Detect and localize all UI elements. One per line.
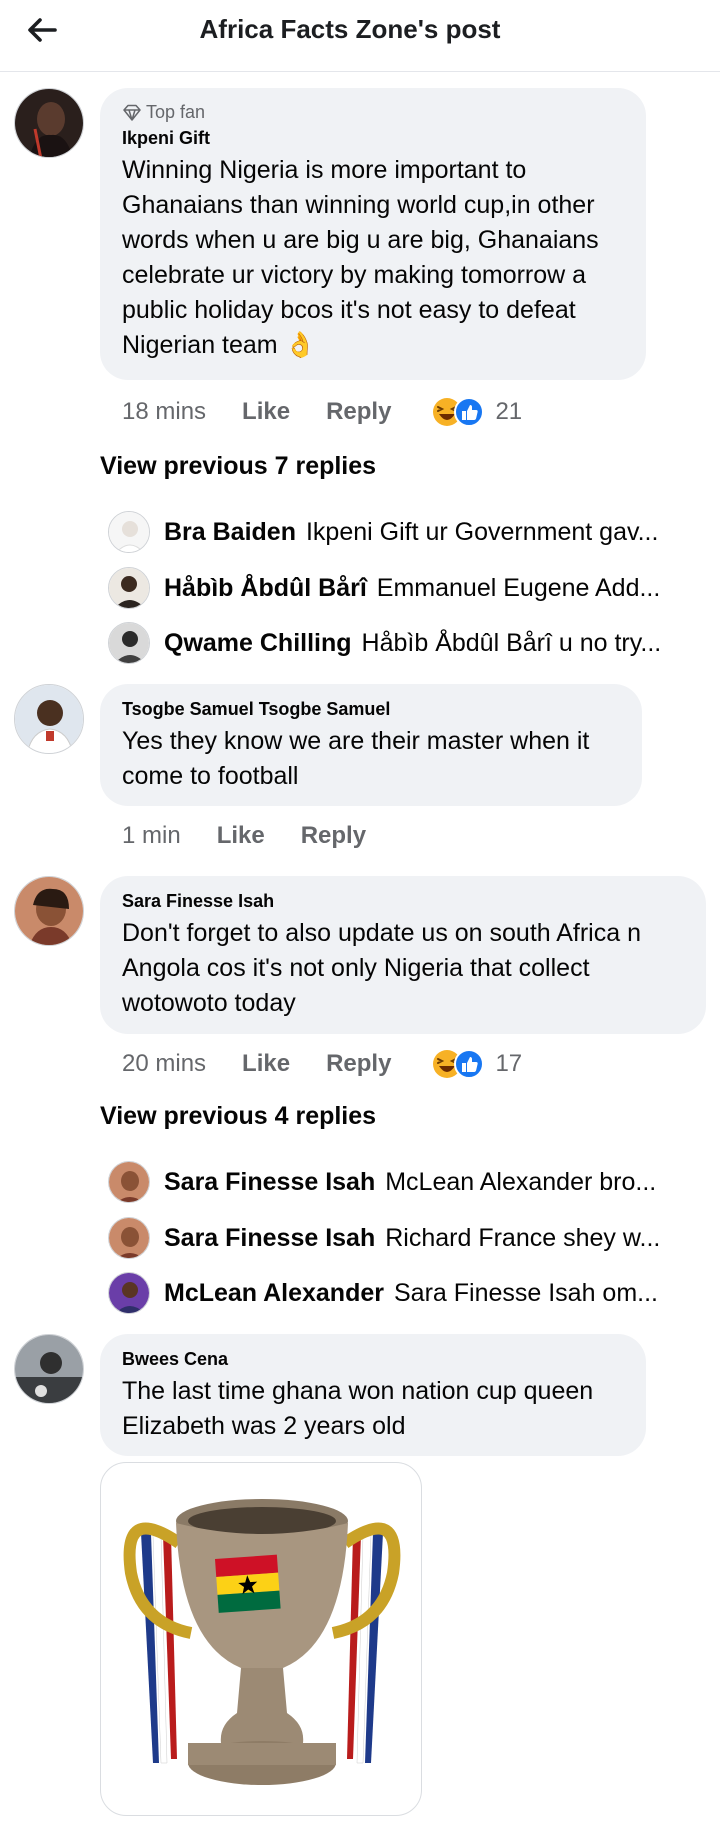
- diamond-icon: [123, 104, 141, 121]
- comment-text: Yes they know we are their master when i…: [122, 727, 590, 790]
- comment-author[interactable]: Tsogbe Samuel Tsogbe Samuel: [122, 698, 620, 720]
- comment-actions: 1 min Like Reply: [122, 816, 366, 856]
- like-button[interactable]: Like: [242, 1050, 290, 1078]
- comment-actions: 20 mins Like Reply 17: [122, 1044, 522, 1084]
- reply-author: Qwame Chilling: [164, 628, 352, 657]
- comment-time[interactable]: 20 mins: [122, 1050, 206, 1078]
- comment-text: The last time ghana won nation cup queen…: [122, 1377, 594, 1440]
- reply-row[interactable]: Qwame Chilling Håbìb Åbdûl Bårî u no try…: [108, 620, 708, 666]
- comment-attachment[interactable]: [100, 1462, 422, 1816]
- avatar: [108, 567, 150, 609]
- view-previous-replies[interactable]: View previous 7 replies: [100, 452, 376, 481]
- avatar-tsogbe-samuel[interactable]: [14, 684, 84, 754]
- reply-text: Richard France shey w...: [385, 1223, 661, 1252]
- post-header: Africa Facts Zone's post: [0, 0, 720, 72]
- reply-row[interactable]: McLean Alexander Sara Finesse Isah om...: [108, 1270, 708, 1316]
- reply-author: Håbìb Åbdûl Bårî: [164, 573, 367, 602]
- reply-author: Sara Finesse Isah: [164, 1223, 376, 1252]
- haha-like-reaction-icon: [433, 397, 485, 427]
- reply-text: Ikpeni Gift ur Government gav...: [305, 517, 659, 546]
- reply-row[interactable]: Håbìb Åbdûl Bårî Emmanuel Eugene Add...: [108, 565, 708, 611]
- avatar: [108, 1217, 150, 1259]
- reaction-count: 17: [495, 1050, 523, 1077]
- avatar: [108, 1272, 150, 1314]
- reply-text: Emmanuel Eugene Add...: [376, 573, 661, 602]
- reply-button[interactable]: Reply: [326, 398, 391, 426]
- reply-text: Håbìb Åbdûl Bårî u no try...: [361, 628, 662, 657]
- reply-author: Sara Finesse Isah: [164, 1167, 376, 1196]
- page-title: Africa Facts Zone's post: [199, 14, 501, 44]
- reply-text: Sara Finesse Isah om...: [393, 1278, 658, 1307]
- comment-author[interactable]: Ikpeni Gift: [122, 127, 624, 149]
- comment-author[interactable]: Bwees Cena: [122, 1348, 624, 1370]
- avatar: [108, 511, 150, 553]
- avatar-ikpeni-gift[interactable]: [14, 88, 84, 158]
- like-button[interactable]: Like: [217, 822, 265, 850]
- reply-row[interactable]: Bra Baiden Ikpeni Gift ur Government gav…: [108, 509, 708, 555]
- ghana-trophy-sticker-icon: [123, 1499, 401, 1785]
- reply-row[interactable]: Sara Finesse Isah Richard France shey w.…: [108, 1215, 708, 1261]
- reactions-summary[interactable]: 21: [431, 396, 522, 428]
- comment-actions: 18 mins Like Reply 21: [122, 392, 522, 432]
- reply-button[interactable]: Reply: [301, 822, 366, 850]
- comment-text: Winning Nigeria is more important to Gha…: [122, 156, 599, 359]
- comment-bubble: Sara Finesse Isah Don't forget to also u…: [100, 876, 706, 1034]
- comment-bubble: Tsogbe Samuel Tsogbe Samuel Yes they kno…: [100, 684, 642, 806]
- reply-author: Bra Baiden: [164, 517, 296, 546]
- comment-time[interactable]: 1 min: [122, 822, 181, 850]
- reply-button[interactable]: Reply: [326, 1050, 391, 1078]
- view-previous-replies[interactable]: View previous 4 replies: [100, 1102, 376, 1131]
- comment-bubble: Top fan Ikpeni Gift Winning Nigeria is m…: [100, 88, 646, 380]
- reply-text: McLean Alexander bro...: [385, 1167, 657, 1196]
- top-fan-badge: Top fan: [122, 102, 624, 123]
- reply-row[interactable]: Sara Finesse Isah McLean Alexander bro..…: [108, 1159, 708, 1205]
- reactions-summary[interactable]: 17: [431, 1048, 522, 1080]
- comment-author[interactable]: Sara Finesse Isah: [122, 890, 684, 912]
- reaction-count: 21: [495, 398, 523, 425]
- avatar: [108, 622, 150, 664]
- haha-like-reaction-icon: [433, 1049, 485, 1079]
- comment-bubble: Bwees Cena The last time ghana won natio…: [100, 1334, 646, 1456]
- comment-text: Don't forget to also update us on south …: [122, 919, 641, 1017]
- avatar: [108, 1161, 150, 1203]
- avatar-sara-finesse-isah[interactable]: [14, 876, 84, 946]
- reply-author: McLean Alexander: [164, 1278, 384, 1307]
- avatar-bwees-cena[interactable]: [14, 1334, 84, 1404]
- like-button[interactable]: Like: [242, 398, 290, 426]
- badge-label: Top fan: [146, 102, 206, 122]
- comment-time[interactable]: 18 mins: [122, 398, 206, 426]
